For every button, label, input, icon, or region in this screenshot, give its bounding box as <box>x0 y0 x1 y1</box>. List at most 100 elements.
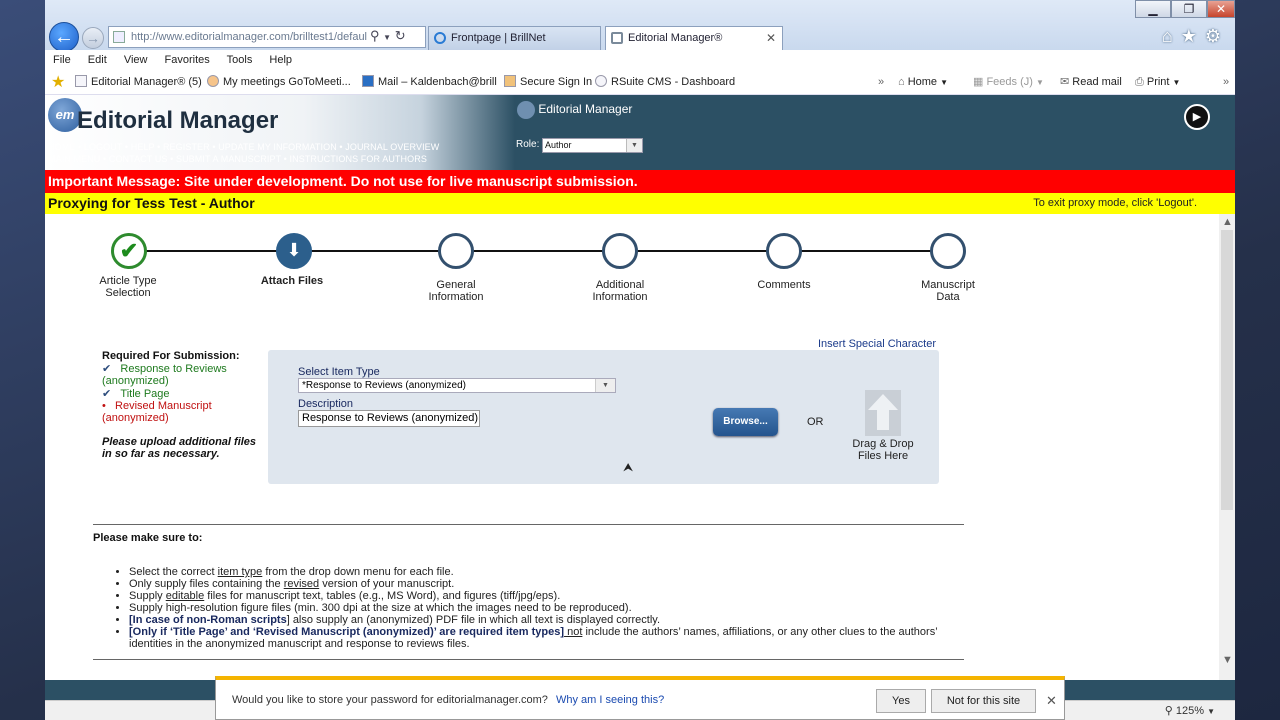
page-icon <box>75 75 87 87</box>
zoom-icon: ⚲ <box>1164 705 1176 717</box>
search-icon[interactable]: ⚲ <box>370 28 380 43</box>
overflow-chevron-icon[interactable]: » <box>878 70 884 95</box>
fav-rsuite[interactable]: RSuite CMS - Dashboard <box>595 70 735 95</box>
em-logo-text: Editorial Manager <box>77 107 279 134</box>
step-article-type-check-icon[interactable]: ✔ <box>111 233 147 269</box>
yes-button[interactable]: Yes <box>876 689 926 713</box>
or-label: OR <box>807 416 824 428</box>
menu-favorites[interactable]: Favorites <box>165 54 210 66</box>
dropdown-icon: ▼ <box>1035 78 1044 87</box>
step-additional-information[interactable] <box>602 233 638 269</box>
password-prompt-message: Would you like to store your password fo… <box>232 694 548 706</box>
why-link[interactable]: Why am I seeing this? <box>556 694 664 706</box>
instructions-heading: Please make sure to: <box>93 532 203 544</box>
forward-button[interactable]: → <box>82 27 104 49</box>
home-icon[interactable]: ⌂ <box>1162 26 1181 46</box>
close-icon[interactable]: ✕ <box>1046 693 1057 709</box>
step-label-additional-information: Additional Information <box>592 279 648 303</box>
cmd-label: Read mail <box>1072 76 1122 88</box>
zoom-level[interactable]: ⚲ 125% ▼ <box>1165 704 1215 717</box>
lock-icon <box>504 75 516 87</box>
fav-label: Mail – Kaldenbach@brill <box>378 76 497 88</box>
feed-icon: ▦ <box>973 76 987 88</box>
menu-view[interactable]: View <box>124 54 148 66</box>
maximize-button[interactable]: ❐ <box>1171 0 1207 18</box>
check-icon: ✔ <box>102 388 112 400</box>
bullet-icon: • <box>102 400 106 412</box>
scroll-up-icon[interactable]: ▲ <box>1222 216 1233 228</box>
proxy-bar: Proxying for Tess Test - Author To exit … <box>45 193 1235 214</box>
address-text: http://www.editorialmanager.com/brilltes… <box>131 31 368 43</box>
description-input[interactable]: Response to Reviews (anonymized) <box>298 410 480 427</box>
overflow-chevron-icon[interactable]: » <box>1223 70 1229 95</box>
cmd-read-mail[interactable]: ✉ Read mail <box>1060 70 1122 95</box>
check-icon: ✔ <box>102 363 112 375</box>
scroll-down-icon[interactable]: ▼ <box>1222 654 1233 666</box>
minimize-button[interactable]: ▁ <box>1135 0 1171 18</box>
browser-toolbar-icons: ⌂★⚙ <box>1162 26 1229 47</box>
star-icon[interactable]: ★ <box>1181 26 1205 46</box>
address-tools: ⚲ ▼ ↻ <box>370 26 406 48</box>
menu-tools[interactable]: Tools <box>227 54 253 66</box>
page-icon <box>113 31 125 43</box>
fav-mail[interactable]: Mail – Kaldenbach@brill <box>362 70 497 95</box>
item-type-select[interactable]: *Response to Reviews (anonymized) ▼ <box>298 378 616 393</box>
fav-secure-sign-in[interactable]: Secure Sign In <box>504 70 592 95</box>
cmd-feeds[interactable]: ▦ Feeds (J) ▼ <box>973 70 1044 95</box>
em-small-logo-icon <box>517 101 535 119</box>
outlook-icon <box>362 75 374 87</box>
fav-label: My meetings GoToMeeti... <box>223 76 351 88</box>
role-select[interactable]: Author ▼ <box>542 138 643 153</box>
home-icon: ⌂ <box>898 76 908 88</box>
menu-help[interactable]: Help <box>269 54 292 66</box>
insert-special-character-link[interactable]: Insert Special Character <box>818 338 936 350</box>
dropdown-icon[interactable]: ▼ <box>383 33 391 42</box>
cmd-home[interactable]: ⌂ Home ▼ <box>898 70 948 95</box>
cmd-print[interactable]: ⎙ Print ▼ <box>1135 70 1180 95</box>
step-comments[interactable] <box>766 233 802 269</box>
description-label: Description <box>298 398 354 410</box>
fav-gotomeeting[interactable]: My meetings GoToMeeti... <box>207 70 351 95</box>
fav-editorial-manager[interactable]: Editorial Manager® (5) <box>75 70 202 95</box>
close-window-button[interactable]: ✕ <box>1207 0 1235 18</box>
page-icon <box>611 32 623 44</box>
tab-frontpage-brillnet[interactable]: Frontpage | BrillNet <box>428 26 601 50</box>
scroll-thumb[interactable] <box>1221 230 1233 510</box>
step-general-information[interactable] <box>438 233 474 269</box>
required-item-revised-manuscript: • Revised Manuscript (anonymized) <box>102 400 212 424</box>
upload-arrow-icon[interactable] <box>865 390 901 436</box>
instruction-item: Supply high-resolution figure files (min… <box>129 602 969 614</box>
tab-editorial-manager[interactable]: Editorial Manager® ✕ <box>605 26 783 50</box>
play-icon[interactable]: ▶ <box>1184 104 1210 130</box>
step-attach-files-arrow-icon[interactable]: ⬇ <box>276 233 312 269</box>
dropdown-icon: ▼ <box>940 78 949 87</box>
favorites-bar: ★ Editorial Manager® (5) My meetings GoT… <box>45 70 1235 95</box>
browser-window: ▁ ❐ ✕ ← → http://www.editorialmanager.co… <box>45 0 1235 720</box>
drag-drop-label: Drag & Drop Files Here <box>852 438 914 462</box>
step-label-article-type: Article Type Selection <box>99 275 157 299</box>
em-small-logo-text: Editorial Manager <box>538 102 633 117</box>
back-button[interactable]: ← <box>49 22 79 52</box>
close-tab-icon[interactable]: ✕ <box>766 27 776 49</box>
gear-icon[interactable]: ⚙ <box>1205 26 1229 46</box>
step-label-attach-files: Attach Files <box>260 275 324 287</box>
favorites-star-icon[interactable]: ★ <box>51 70 65 95</box>
refresh-icon[interactable]: ↻ <box>395 28 406 43</box>
progress-line <box>130 250 950 252</box>
menu-edit[interactable]: Edit <box>88 54 107 66</box>
em-nav-row1[interactable]: HOME • LOGOUT • HELP • REGISTER • UPDATE… <box>48 142 439 152</box>
chevron-down-icon: ▼ <box>626 139 642 152</box>
rsuite-icon <box>595 75 607 87</box>
browser-titlebar: ▁ ❐ ✕ ← → http://www.editorialmanager.co… <box>45 0 1235 52</box>
menu-file[interactable]: File <box>53 54 71 66</box>
page-scrollbar[interactable]: ▲ ▼ <box>1219 214 1235 680</box>
em-nav-row2[interactable]: MAIN MENU • CONTACT US • SUBMIT A MANUSC… <box>48 154 427 164</box>
browse-button[interactable]: Browse... <box>713 408 778 436</box>
required-note: Please upload additional files in so far… <box>102 436 257 460</box>
step-label-comments: Comments <box>757 279 811 291</box>
tab-label: Frontpage | BrillNet <box>451 32 546 44</box>
step-label-manuscript-data: Manuscript Data <box>921 279 975 303</box>
step-manuscript-data[interactable] <box>930 233 966 269</box>
not-for-this-site-button[interactable]: Not for this site <box>931 689 1036 713</box>
em-small-logo: Editorial Manager <box>517 101 632 119</box>
